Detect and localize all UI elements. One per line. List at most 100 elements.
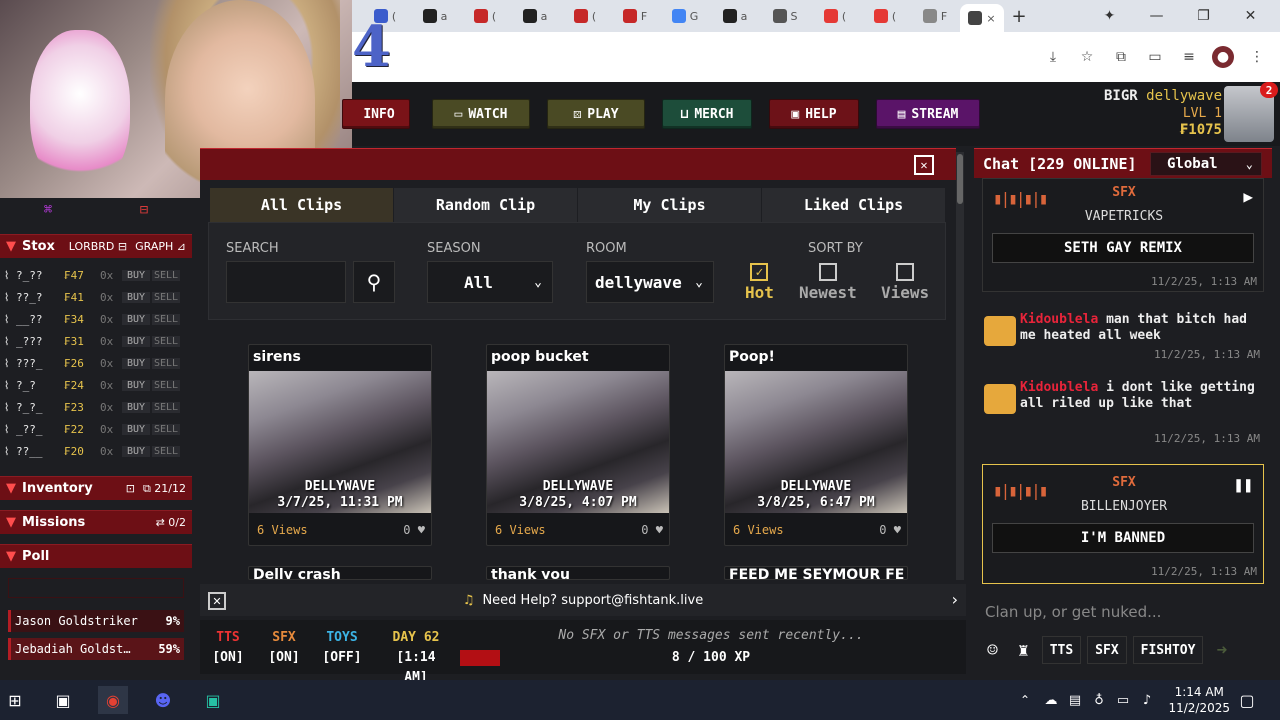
- tab-random-clip[interactable]: Random Clip: [394, 188, 578, 222]
- network-icon[interactable]: ▭: [1112, 686, 1134, 714]
- buy-button[interactable]: BUY: [122, 269, 150, 281]
- browser-tab[interactable]: a: [410, 4, 460, 28]
- notification-icon[interactable]: ▢: [1234, 686, 1260, 714]
- user-info[interactable]: BIGR dellywave LVL 1 ₣1075: [1104, 88, 1222, 139]
- browser-tab[interactable]: (: [560, 4, 610, 28]
- sell-button[interactable]: SELL: [152, 291, 180, 303]
- clip-likes[interactable]: 0 ♥: [403, 523, 425, 537]
- buy-button[interactable]: BUY: [122, 401, 150, 413]
- cast-icon[interactable]: ▭: [1144, 46, 1166, 68]
- inventory-header[interactable]: ▼ Inventory ⊡ ⧉ 21/12: [0, 476, 192, 500]
- buy-button[interactable]: BUY: [122, 357, 150, 369]
- stox-row[interactable]: ⌇ ??_? ₣41 0x BUY SELL: [4, 286, 190, 308]
- close-panel-button[interactable]: ✕: [914, 155, 934, 175]
- windows-start-icon[interactable]: ⊞: [0, 686, 30, 714]
- user-avatar[interactable]: [984, 316, 1016, 346]
- toys-status[interactable]: TOYS [OFF]: [318, 628, 366, 668]
- cloud-icon[interactable]: ☁: [1040, 686, 1062, 714]
- new-tab-button[interactable]: +: [1004, 4, 1034, 28]
- room-select[interactable]: dellywave ⌄: [586, 261, 714, 303]
- clips-scrollbar[interactable]: [956, 152, 964, 580]
- chat-message[interactable]: Kidoublela i dont like getting all riled…: [980, 380, 1270, 448]
- info-button[interactable]: INFO: [342, 99, 410, 129]
- clip-card[interactable]: Poop! DELLYWAVE 3/8/25, 6:47 PM 6 Views 0 ♥: [724, 344, 908, 546]
- stox-row[interactable]: ⌇ ???_ ₣26 0x BUY SELL: [4, 352, 190, 374]
- task-view-icon[interactable]: ▣: [48, 686, 78, 714]
- stox-row[interactable]: ⌇ ?_?_ ₣23 0x BUY SELL: [4, 396, 190, 418]
- play-icon[interactable]: ▶: [1243, 187, 1253, 206]
- browser-tab[interactable]: F: [910, 4, 960, 28]
- sell-button[interactable]: SELL: [152, 269, 180, 281]
- tray-app-icon[interactable]: ▤: [1064, 686, 1086, 714]
- gemini-icon[interactable]: ✦: [1086, 0, 1133, 32]
- clip-card[interactable]: FEED ME SEYMOUR FE: [724, 566, 908, 580]
- bookmark-star-icon[interactable]: ☆: [1076, 46, 1098, 68]
- fishtoy-button[interactable]: FISHTOY: [1132, 636, 1204, 664]
- clip-card[interactable]: Delly crash: [248, 566, 432, 580]
- stox-row[interactable]: ⌇ ?_?? ₣47 0x BUY SELL: [4, 264, 190, 286]
- help-button[interactable]: ▣ HELP: [769, 99, 859, 129]
- buy-button[interactable]: BUY: [122, 335, 150, 347]
- discord-icon[interactable]: ☻: [148, 686, 178, 714]
- menu-kebab-icon[interactable]: ⋮: [1246, 46, 1268, 68]
- chrome-icon[interactable]: ◉: [98, 686, 128, 714]
- sort-views-checkbox[interactable]: Views: [881, 263, 929, 302]
- crafting-icon[interactable]: ⌘: [0, 198, 96, 222]
- close-window-button[interactable]: ✕: [1227, 0, 1274, 32]
- tab-my-clips[interactable]: My Clips: [578, 188, 762, 222]
- stox-header[interactable]: ▼ Stox LORBRD ⊟ GRAPH ⊿: [0, 234, 192, 258]
- app-icon[interactable]: ▣: [198, 686, 228, 714]
- emoji-icon[interactable]: ☺: [980, 636, 1005, 664]
- search-input[interactable]: [226, 261, 346, 303]
- chat-input[interactable]: Clan up, or get nuked...: [982, 596, 1272, 628]
- buy-button[interactable]: BUY: [122, 313, 150, 325]
- message-username[interactable]: Kidoublela: [1020, 380, 1098, 395]
- restore-button[interactable]: ❐: [1180, 0, 1227, 32]
- season-select[interactable]: All ⌄: [427, 261, 553, 303]
- watch-button[interactable]: ▭ WATCH: [432, 99, 530, 129]
- help-bar[interactable]: ✕ ♫ Need Help? support@fishtank.live ›: [200, 584, 966, 616]
- sell-button[interactable]: SELL: [152, 423, 180, 435]
- buy-button[interactable]: BUY: [122, 445, 150, 457]
- user-avatar[interactable]: [984, 384, 1016, 414]
- close-tab-icon[interactable]: ×: [986, 12, 995, 25]
- stox-row[interactable]: ⌇ __?? ₣34 0x BUY SELL: [4, 308, 190, 330]
- stox-row[interactable]: ⌇ _??? ₣31 0x BUY SELL: [4, 330, 190, 352]
- sfx-button[interactable]: SFX: [1087, 636, 1127, 664]
- notification-badge[interactable]: 2: [1260, 82, 1278, 98]
- chevron-up-icon[interactable]: ⌃: [1014, 686, 1036, 714]
- browser-tab[interactable]: a: [510, 4, 560, 28]
- extensions-icon[interactable]: ⧉: [1110, 46, 1132, 68]
- install-icon[interactable]: ⤓: [1042, 46, 1064, 68]
- buy-button[interactable]: BUY: [122, 379, 150, 391]
- stream-button[interactable]: ▤ STREAM: [876, 99, 980, 129]
- sell-button[interactable]: SELL: [152, 313, 180, 325]
- tts-status[interactable]: TTS [ON]: [210, 628, 246, 668]
- poll-header[interactable]: ▼ Poll: [0, 544, 192, 568]
- browser-tab[interactable]: (: [460, 4, 510, 28]
- poll-option[interactable]: Jebadiah Goldst… 59%: [8, 638, 184, 660]
- browser-tab[interactable]: a: [710, 4, 760, 28]
- graph-button[interactable]: GRAPH ⊿: [135, 240, 186, 253]
- sell-button[interactable]: SELL: [152, 357, 180, 369]
- browser-tab[interactable]: G: [660, 4, 710, 28]
- mic-icon[interactable]: ♜: [1010, 636, 1036, 664]
- chevron-right-icon[interactable]: ›: [952, 590, 958, 609]
- chat-channel-select[interactable]: Global ⌄: [1150, 152, 1262, 176]
- pause-icon[interactable]: ❚❚: [1234, 475, 1253, 494]
- tab-all-clips[interactable]: All Clips: [210, 188, 394, 222]
- stox-row[interactable]: ⌇ ?_? ₣24 0x BUY SELL: [4, 374, 190, 396]
- sell-button[interactable]: SELL: [152, 445, 180, 457]
- clip-likes[interactable]: 0 ♥: [641, 523, 663, 537]
- close-help-icon[interactable]: ✕: [208, 592, 226, 610]
- browser-tab[interactable]: (: [860, 4, 910, 28]
- sfx-status[interactable]: SFX [ON]: [266, 628, 302, 668]
- tts-button[interactable]: TTS: [1041, 636, 1082, 664]
- sort-hot-checkbox[interactable]: ✓ Hot: [745, 263, 774, 302]
- active-browser-tab[interactable]: ×: [960, 4, 1004, 32]
- buy-button[interactable]: BUY: [122, 291, 150, 303]
- message-username[interactable]: Kidoublela: [1020, 312, 1098, 327]
- chat-message[interactable]: Kidoublela man that bitch had me heated …: [980, 312, 1270, 368]
- sell-button[interactable]: SELL: [152, 335, 180, 347]
- scroll-thumb[interactable]: [957, 154, 963, 204]
